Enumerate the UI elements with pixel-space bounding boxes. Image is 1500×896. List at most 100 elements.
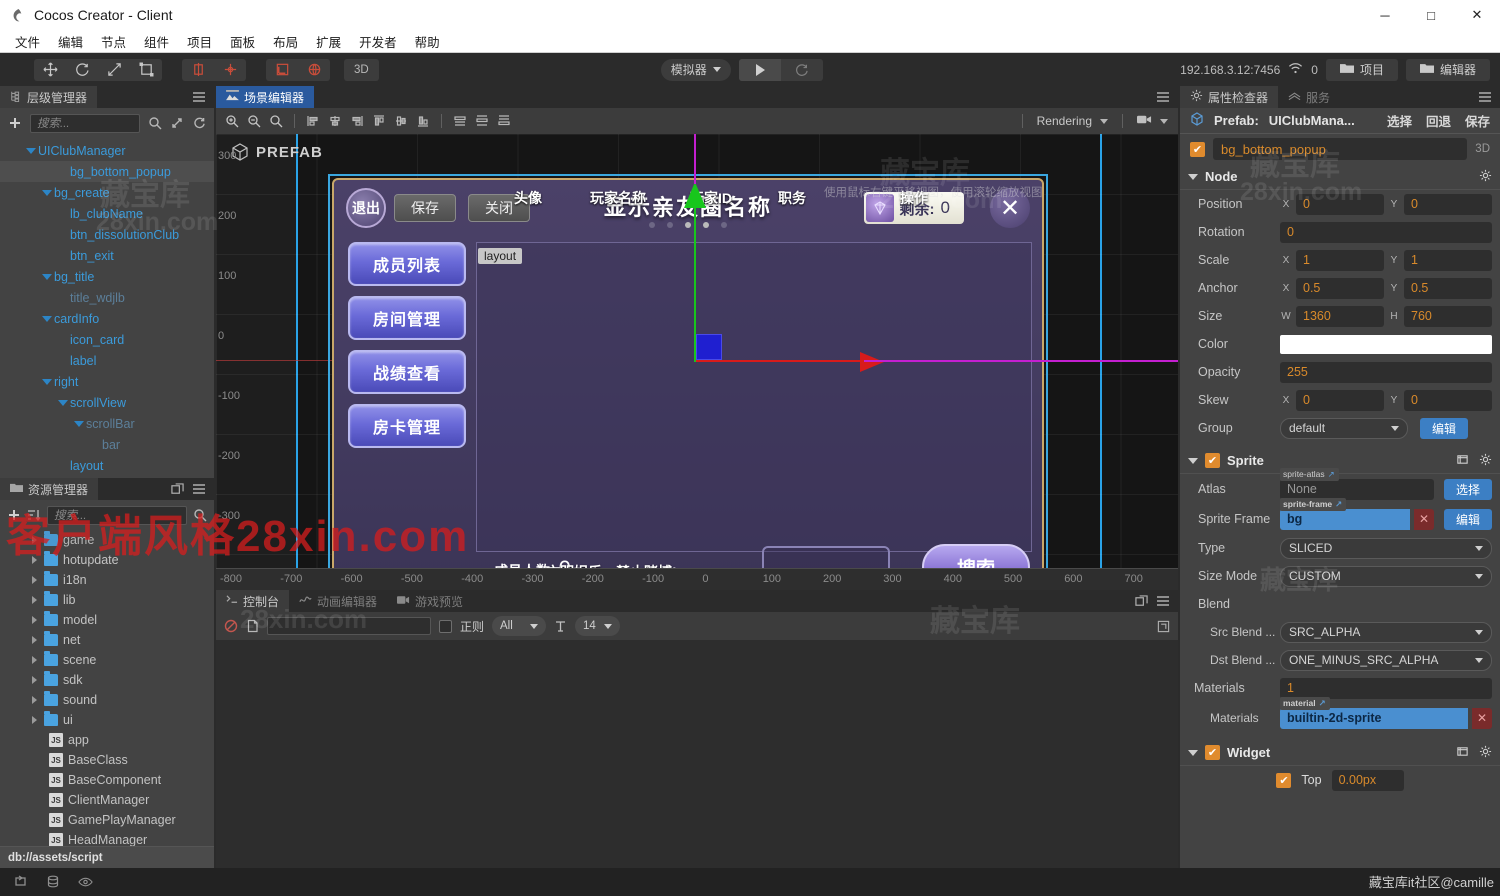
simulator-select[interactable]: 模拟器 (660, 58, 731, 81)
atlas-field[interactable]: sprite-atlas ↗ None (1280, 467, 1434, 500)
materials-field[interactable]: material ↗ builtin-2d-sprite (1280, 696, 1468, 729)
zoom-in-icon[interactable] (222, 111, 242, 131)
console-font-size-select[interactable]: 14 (575, 616, 620, 636)
src-blend-select[interactable]: SRC_ALPHA (1280, 621, 1492, 643)
pivot-center-tool-icon[interactable] (182, 59, 214, 81)
sprite-enabled-checkbox[interactable]: ✔ (1205, 453, 1220, 468)
color-swatch[interactable] (1280, 334, 1492, 354)
tree-node-right[interactable]: right (0, 371, 214, 392)
help-icon[interactable] (1456, 745, 1469, 761)
size-mode-select[interactable]: CUSTOM (1280, 565, 1492, 587)
console-expand-icon[interactable] (1157, 620, 1170, 633)
prefab-save-button[interactable]: 保存 (1465, 111, 1490, 130)
asset-item-model[interactable]: model (0, 610, 214, 630)
chevron-down-icon[interactable] (72, 420, 86, 427)
chevron-down-icon[interactable] (40, 315, 54, 322)
assets-list[interactable]: game hotupdate i18n lib model net scene sdk soun… (0, 530, 214, 846)
dot-3[interactable] (685, 222, 691, 228)
popout-icon[interactable] (1135, 594, 1148, 608)
node-enabled-checkbox[interactable]: ✔ (1190, 141, 1205, 157)
side-button-card-management[interactable]: 房卡管理 (348, 404, 466, 448)
tab-scene-editor[interactable]: 场景编辑器 (216, 86, 315, 108)
global-coord-tool-icon[interactable] (298, 59, 330, 81)
play-button[interactable] (738, 58, 781, 81)
gear-icon[interactable] (1479, 745, 1492, 761)
asset-item-ui[interactable]: ui (0, 710, 214, 730)
tree-node-bg_create[interactable]: bg_create (0, 182, 214, 203)
prefab-revert-button[interactable]: 回退 (1426, 111, 1451, 130)
dot-2[interactable] (667, 222, 673, 228)
scene-canvas[interactable]: PREFAB 退出 保存 关闭 显示亲友圈名称 (216, 134, 1178, 590)
widget-top-input[interactable]: 0.00px (1331, 769, 1404, 791)
hamburger-icon[interactable] (1478, 91, 1492, 103)
asset-item-sound[interactable]: sound (0, 690, 214, 710)
hamburger-icon[interactable] (1156, 595, 1170, 607)
asset-item-hotupdate[interactable]: hotupdate (0, 550, 214, 570)
position-x-input[interactable]: 0 (1296, 193, 1384, 215)
chevron-right-icon[interactable] (32, 716, 37, 724)
gizmo-x-arrow[interactable] (860, 352, 884, 372)
pivot-anchor-tool-icon[interactable] (214, 59, 246, 81)
rotate-tool-icon[interactable] (66, 59, 98, 81)
gizmo-x-axis[interactable] (694, 360, 864, 362)
tree-node-layout[interactable]: layout (0, 455, 214, 476)
hierarchy-search-input[interactable]: 搜索... (30, 113, 140, 133)
tree-node-btn_exit[interactable]: btn_exit (0, 245, 214, 266)
asset-item-HeadManager[interactable]: JS HeadManager (0, 830, 214, 846)
materials-clear-button[interactable]: ✕ (1472, 707, 1492, 729)
editor-button[interactable]: 编辑器 (1405, 58, 1490, 81)
chevron-down-icon[interactable] (1160, 118, 1168, 124)
sort-icon[interactable] (27, 508, 41, 522)
copy-icon[interactable] (246, 619, 259, 633)
dot-1[interactable] (649, 222, 655, 228)
align-top-icon[interactable] (369, 111, 389, 131)
position-y-input[interactable]: 0 (1404, 193, 1492, 215)
chevron-down-icon[interactable] (56, 399, 70, 406)
asset-item-ClientManager[interactable]: JS ClientManager (0, 790, 214, 810)
menu-item-help[interactable]: 帮助 (406, 30, 449, 53)
help-icon[interactable] (1456, 453, 1469, 469)
gizmo-y-arrow[interactable] (684, 182, 706, 208)
eye-icon[interactable] (78, 876, 93, 888)
sprite-type-select[interactable]: SLICED (1280, 537, 1492, 559)
external-link-icon[interactable]: ↗ (1328, 469, 1335, 480)
align-right-icon[interactable] (347, 111, 367, 131)
size-h-input[interactable]: 760 (1404, 305, 1492, 327)
widget-top-checkbox[interactable]: ✔ (1276, 772, 1292, 788)
move-tool-icon[interactable] (34, 59, 66, 81)
tree-node-btn_dissolutionClub[interactable]: btn_dissolutionClub (0, 224, 214, 245)
zoom-fit-icon[interactable] (266, 111, 286, 131)
hamburger-icon[interactable] (1156, 91, 1170, 103)
distribute-v-icon[interactable] (472, 111, 492, 131)
external-link-icon[interactable]: ↗ (1335, 499, 1342, 510)
gear-icon[interactable] (1479, 169, 1492, 185)
refresh-icon[interactable] (192, 116, 206, 130)
menu-item-node[interactable]: 节点 (92, 30, 135, 53)
gear-icon[interactable] (1479, 453, 1492, 469)
hamburger-icon[interactable] (192, 483, 206, 495)
group-edit-button[interactable]: 编辑 (1420, 417, 1469, 439)
skew-y-input[interactable]: 0 (1404, 389, 1492, 411)
sprite-section-header[interactable]: ✔ Sprite (1180, 448, 1500, 474)
regex-checkbox[interactable] (439, 619, 452, 633)
asset-item-BaseClass[interactable]: JS BaseClass (0, 750, 214, 770)
chevron-right-icon[interactable] (32, 576, 37, 584)
menu-item-developer[interactable]: 开发者 (350, 30, 406, 53)
tree-node-bg_title[interactable]: bg_title (0, 266, 214, 287)
member-list-area[interactable] (476, 242, 1032, 552)
side-button-member-list[interactable]: 成员列表 (348, 242, 466, 286)
assets-search-input[interactable]: 搜索... (47, 505, 187, 525)
popout-icon[interactable] (171, 482, 184, 496)
rect-tool-icon[interactable] (130, 59, 162, 81)
menu-item-file[interactable]: 文件 (6, 30, 49, 53)
tree-node-cardInfo[interactable]: cardInfo (0, 308, 214, 329)
side-button-room-management[interactable]: 房间管理 (348, 296, 466, 340)
dot-4[interactable] (703, 222, 709, 228)
asset-item-lib[interactable]: lib (0, 590, 214, 610)
console-filter-input[interactable] (267, 617, 431, 635)
hierarchy-tree[interactable]: UIClubManager bg_bottom_popup bg_create lb_… (0, 138, 214, 478)
tree-node-bg_bottom_popup[interactable]: bg_bottom_popup (0, 161, 214, 182)
anchor-y-input[interactable]: 0.5 (1404, 277, 1492, 299)
tab-service[interactable]: 服务 (1278, 86, 1341, 108)
tab-inspector[interactable]: 属性检查器 (1180, 86, 1279, 108)
